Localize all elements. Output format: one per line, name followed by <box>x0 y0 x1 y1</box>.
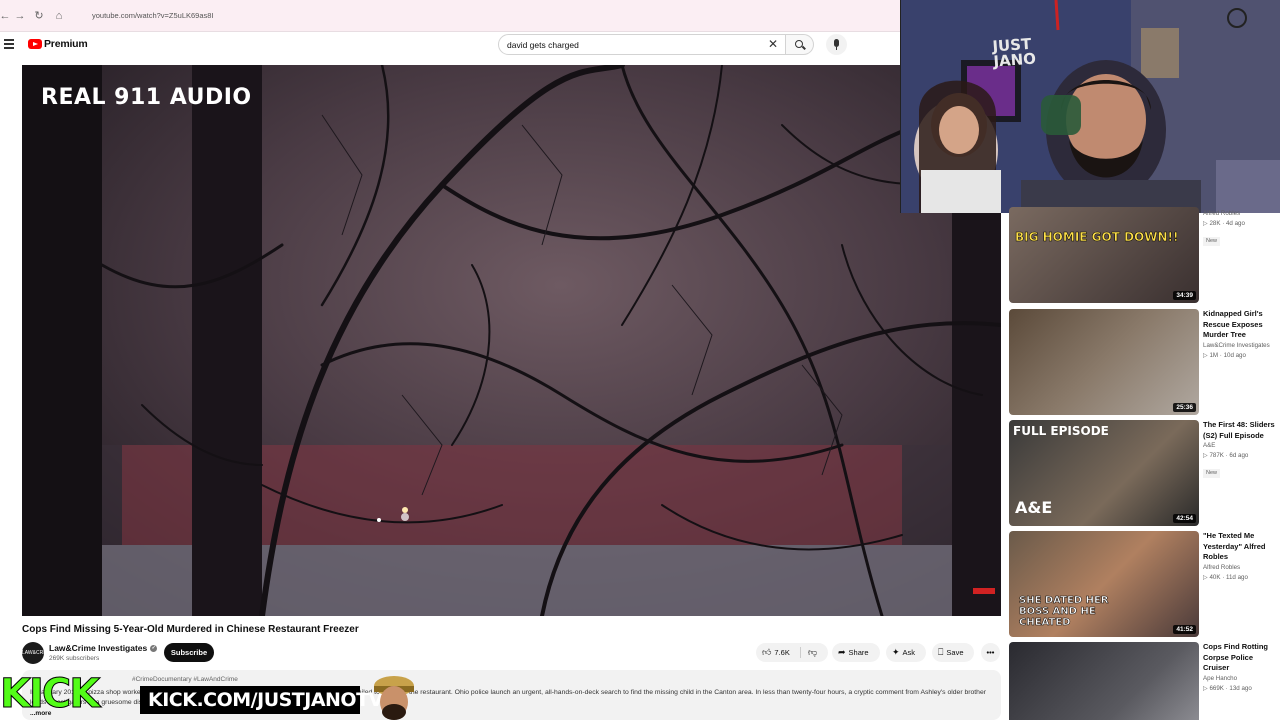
video-frame-trees <box>22 65 1001 616</box>
voice-search-mic-icon[interactable] <box>826 34 847 55</box>
channel-name[interactable]: Law&Crime Investigates <box>1203 341 1280 351</box>
save-label: Save <box>946 648 964 657</box>
view-count-age: ▷ 1M · 10d ago <box>1203 351 1246 359</box>
recommendation-item[interactable]: BIG HOMIE GOT DOWN!! 34:39 Alfred Robles… <box>1008 207 1280 321</box>
video-duration: 41:52 <box>1173 625 1196 634</box>
view-count-age: ▷ 669K · 13d ago <box>1203 684 1252 692</box>
forward-icon[interactable]: → <box>13 9 27 23</box>
ae-logo: A&E <box>1015 498 1053 517</box>
search-icon <box>795 40 803 48</box>
new-badge: New <box>1203 237 1221 246</box>
view-count-age: ▷ 40K · 11d ago <box>1203 573 1248 581</box>
address-bar[interactable]: youtube.com/watch?v=Z5uLK69as8I <box>75 8 895 24</box>
video-info: Kidnapped Girl's Rescue Exposes Murder T… <box>1203 309 1280 361</box>
kick-logo: KICK <box>0 671 101 717</box>
sparkle-icon: ✦ <box>892 647 900 657</box>
wall-sign-text: JUST JANO <box>991 34 1037 71</box>
like-button[interactable]: 👍︎ 7.6K <box>762 643 790 662</box>
bookmark-icon: ⎕ <box>938 647 944 657</box>
youtube-premium-logo[interactable]: Premium <box>28 38 88 50</box>
webcam-feed <box>901 0 1280 213</box>
video-duration: 25:36 <box>1173 403 1196 412</box>
video-duration: 42:54 <box>1173 514 1196 523</box>
video-title: Cops Find Missing 5-Year-Old Murdered in… <box>22 624 359 635</box>
recommendation-item[interactable]: 25:36 Kidnapped Girl's Rescue Exposes Mu… <box>1008 309 1280 417</box>
recommendations-sidebar: BIG HOMIE GOT DOWN!! 34:39 Alfred Robles… <box>1008 207 1280 720</box>
recommendation-item[interactable]: SHE DATED HER BOSS AND HE CHEATED 41:52 … <box>1008 531 1280 639</box>
video-title[interactable]: Cops Find Rotting Corpse Police Cruiser <box>1203 642 1279 674</box>
video-thumbnail[interactable] <box>1009 642 1199 720</box>
channel-name-text: Law&Crime Investigates <box>49 643 148 653</box>
kick-stream-overlay: KICK KICK.COM/JUSTJANOTV <box>0 672 420 720</box>
video-info: The First 48: Sliders (S2) Full Episode … <box>1203 420 1280 479</box>
dislike-button[interactable]: 👎︎ <box>808 643 820 662</box>
video-thumbnail[interactable]: FULL EPISODE A&E 42:54 <box>1009 420 1199 526</box>
youtube-play-icon <box>28 39 42 49</box>
video-title[interactable]: Kidnapped Girl's Rescue Exposes Murder T… <box>1203 309 1279 341</box>
share-label: Share <box>848 648 869 657</box>
subscribe-button[interactable]: Subscribe <box>164 643 214 662</box>
video-thumbnail[interactable]: BIG HOMIE GOT DOWN!! 34:39 <box>1009 207 1199 303</box>
back-icon[interactable]: ← <box>0 9 12 23</box>
save-button[interactable]: ⎕ Save <box>932 643 974 662</box>
reload-icon[interactable]: ↻ <box>32 9 46 23</box>
video-info: Alfred Robles ▷ 28K · 4d ago New <box>1203 209 1280 247</box>
view-count-age: ▷ 28K · 4d ago <box>1203 220 1245 227</box>
ask-button[interactable]: ✦ Ask <box>886 643 926 662</box>
home-icon[interactable]: ⌂ <box>52 9 66 23</box>
streamer-avatar-icon <box>374 676 414 720</box>
search-input[interactable] <box>499 35 749 55</box>
thumbs-down-icon: 👎︎ <box>808 647 818 657</box>
channel-name[interactable]: Alfred Robles <box>1203 209 1280 219</box>
video-player[interactable]: REAL 911 AUDIO <box>22 65 1001 616</box>
channel-avatar[interactable]: LAW&CRIME <box>22 642 52 664</box>
like-dislike-group: 👍︎ 7.6K 👎︎ <box>756 643 828 662</box>
recommendation-item[interactable]: Cops Find Rotting Corpse Police Cruiser … <box>1008 642 1280 720</box>
channel-name[interactable]: A&E <box>1203 441 1280 451</box>
kick-channel-url: KICK.COM/JUSTJANOTV <box>140 686 383 714</box>
thumbnail-caption: SHE DATED HER BOSS AND HE CHEATED <box>1019 595 1109 629</box>
search-box <box>498 34 786 55</box>
channel-name[interactable]: Law&Crime Investigates ✓ <box>49 643 158 653</box>
video-info: "He Texted Me Yesterday" Alfred Robles A… <box>1203 531 1280 583</box>
verified-check-icon: ✓ <box>150 645 158 653</box>
channel-watermark <box>973 588 995 594</box>
subscriber-count: 269K subscribers <box>49 655 100 662</box>
youtube-header: Premium ✕ <box>0 32 900 58</box>
like-count: 7.6K <box>774 648 790 657</box>
screen: ← → ↻ ⌂ youtube.com/watch?v=Z5uLK69as8I … <box>0 0 1280 720</box>
logo-text: Premium <box>44 38 88 50</box>
more-actions-button[interactable]: ••• <box>981 643 1000 662</box>
thumbnail-caption: BIG HOMIE GOT DOWN!! <box>1015 230 1179 244</box>
video-title[interactable]: The First 48: Sliders (S2) Full Episode <box>1203 420 1279 441</box>
video-duration: 34:39 <box>1173 291 1196 300</box>
channel-name[interactable]: Alfred Robles <box>1203 563 1280 573</box>
share-button[interactable]: ➦ Share <box>832 643 880 662</box>
address-bar-text: youtube.com/watch?v=Z5uLK69as8I <box>92 11 214 20</box>
video-thumbnail[interactable]: 25:36 <box>1009 309 1199 415</box>
video-info: Cops Find Rotting Corpse Police Cruiser … <box>1203 642 1280 694</box>
hamburger-menu-icon[interactable] <box>4 39 14 49</box>
video-title[interactable]: "He Texted Me Yesterday" Alfred Robles <box>1203 531 1279 563</box>
webcam-overlay: JUST JANO <box>900 0 1280 213</box>
thumbs-up-icon: 👍︎ <box>762 647 772 657</box>
recommendation-item[interactable]: FULL EPISODE A&E 42:54 The First 48: Sli… <box>1008 420 1280 528</box>
divider <box>800 647 801 658</box>
ask-label: Ask <box>902 648 916 657</box>
new-badge: New <box>1203 469 1221 478</box>
video-thumbnail[interactable]: SHE DATED HER BOSS AND HE CHEATED 41:52 <box>1009 531 1199 637</box>
clear-search-icon[interactable]: ✕ <box>768 38 778 50</box>
channel-name[interactable]: Ape Hancho <box>1203 674 1280 684</box>
thumbnail-caption: FULL EPISODE <box>1013 424 1109 438</box>
search-button[interactable] <box>786 34 814 55</box>
share-icon: ➦ <box>838 647 846 657</box>
view-count-age: ▷ 787K · 6d ago <box>1203 452 1249 459</box>
video-overlay-caption: REAL 911 AUDIO <box>41 85 252 110</box>
